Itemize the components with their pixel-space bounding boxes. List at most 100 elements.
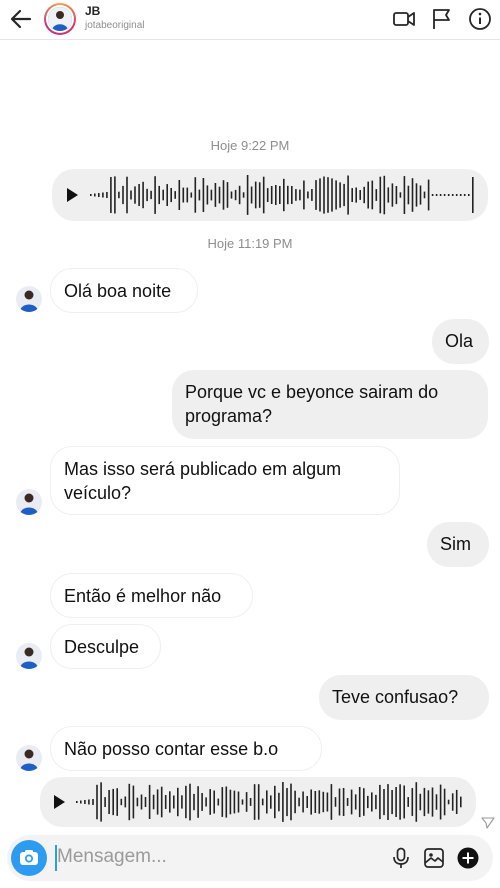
waveform-bar bbox=[104, 797, 106, 807]
waveform-bar bbox=[290, 783, 292, 821]
back-arrow-icon[interactable] bbox=[8, 6, 34, 32]
waveform-bar bbox=[399, 784, 401, 820]
chat-header: JB jotabeoriginal bbox=[0, 0, 500, 40]
waveform-bar bbox=[237, 791, 240, 813]
waveform-bar bbox=[221, 787, 224, 817]
waveform-bar bbox=[218, 186, 221, 204]
waveform-bar bbox=[455, 194, 458, 196]
waveform-bar bbox=[144, 797, 147, 807]
waveform-bar bbox=[106, 192, 108, 198]
waveform-bar bbox=[347, 175, 349, 215]
message-bubble-incoming[interactable]: Olá boa noite bbox=[50, 268, 198, 313]
waveform-bar bbox=[387, 187, 390, 203]
waveform-bar bbox=[367, 795, 369, 809]
waveform-bar bbox=[164, 795, 167, 809]
message-bubble-incoming[interactable]: Desculpe bbox=[50, 624, 161, 669]
waveform-bar bbox=[114, 176, 116, 214]
waveform-bar bbox=[178, 180, 181, 210]
waveform-bar bbox=[225, 786, 228, 818]
waveform-bar bbox=[76, 801, 78, 803]
waveform-bar bbox=[278, 792, 280, 812]
waveform-bar bbox=[363, 788, 365, 816]
sender-avatar[interactable] bbox=[16, 745, 42, 771]
waveform-bar bbox=[190, 192, 193, 198]
waveform-bar bbox=[173, 795, 175, 809]
flag-icon[interactable] bbox=[430, 7, 454, 31]
waveform-bar bbox=[217, 798, 220, 806]
waveform-bar bbox=[186, 187, 189, 203]
waveform-bar bbox=[234, 189, 237, 201]
waveform-bar bbox=[403, 176, 406, 214]
sender-avatar[interactable] bbox=[16, 643, 42, 669]
waveform-bar bbox=[451, 793, 454, 811]
waveform-bar bbox=[253, 784, 256, 820]
waveform-bar bbox=[162, 189, 164, 201]
info-icon[interactable] bbox=[468, 7, 492, 31]
waveform-bar bbox=[250, 186, 253, 204]
message-bubble-outgoing[interactable]: Porque vc e beyonce sairam do programa? bbox=[172, 370, 488, 439]
waveform-bar bbox=[346, 798, 349, 806]
waveform-bar bbox=[90, 194, 92, 196]
waveform-bar bbox=[209, 789, 211, 815]
waveform-bar bbox=[279, 186, 281, 204]
waveform-bar bbox=[415, 782, 418, 822]
plus-circle-icon[interactable] bbox=[456, 846, 480, 870]
voice-message[interactable] bbox=[52, 169, 488, 221]
microphone-icon[interactable] bbox=[389, 846, 413, 870]
voice-message[interactable] bbox=[40, 777, 476, 827]
sender-avatar[interactable] bbox=[16, 286, 42, 312]
waveform-bar bbox=[146, 188, 148, 202]
waveform-bar bbox=[315, 180, 317, 210]
waveform-bar bbox=[108, 790, 110, 814]
waveform-bar bbox=[331, 178, 333, 212]
play-icon[interactable] bbox=[67, 188, 78, 202]
waveform-bar bbox=[395, 787, 397, 817]
waveform-bar bbox=[431, 194, 434, 196]
contact-username[interactable]: jotabeoriginal bbox=[85, 20, 145, 31]
waveform-bar bbox=[98, 193, 100, 197]
waveform-graphic bbox=[76, 782, 462, 822]
waveform-bar bbox=[419, 185, 422, 205]
waveform-bar bbox=[322, 791, 325, 813]
contact-avatar[interactable] bbox=[44, 3, 76, 35]
waveform-bar bbox=[439, 784, 442, 820]
message-bubble-incoming[interactable]: Então é melhor não bbox=[50, 573, 253, 618]
waveform-bar bbox=[282, 782, 284, 822]
message-bubble-outgoing[interactable]: Sim bbox=[427, 522, 489, 567]
waveform-bar bbox=[343, 183, 345, 207]
waveform-bar bbox=[435, 794, 438, 810]
waveform-bar bbox=[303, 180, 305, 210]
contact-name[interactable]: JB bbox=[85, 4, 100, 18]
waveform-bar bbox=[246, 175, 249, 215]
waveform-bar bbox=[327, 177, 329, 213]
waveform-bar bbox=[266, 188, 269, 202]
waveform-bar bbox=[326, 792, 329, 812]
waveform-bar bbox=[198, 189, 201, 201]
waveform-bar bbox=[310, 789, 312, 815]
image-icon[interactable] bbox=[422, 846, 446, 870]
sender-avatar[interactable] bbox=[16, 489, 42, 515]
waveform-bar bbox=[295, 189, 297, 201]
waveform-bar bbox=[206, 185, 209, 205]
video-call-icon[interactable] bbox=[392, 7, 416, 31]
waveform-bar bbox=[335, 180, 337, 210]
message-bubble-incoming[interactable]: Não posso contar esse b.o bbox=[50, 726, 322, 771]
message-input[interactable]: Mensagem... bbox=[57, 846, 167, 868]
waveform-bar bbox=[459, 194, 462, 196]
message-bubble-outgoing[interactable]: Teve confusao? bbox=[319, 675, 489, 720]
waveform-bar bbox=[323, 176, 325, 214]
waveform-bar bbox=[443, 194, 446, 196]
waveform-bar bbox=[156, 789, 159, 815]
waveform-bar bbox=[463, 194, 466, 196]
waveform-bar bbox=[205, 797, 207, 807]
message-bubble-incoming[interactable]: Mas isso será publicado em algum veículo… bbox=[50, 446, 400, 515]
camera-button[interactable] bbox=[11, 840, 47, 876]
message-bubble-outgoing[interactable]: Ola bbox=[432, 319, 489, 364]
person-photo-icon bbox=[20, 749, 38, 771]
person-photo-icon bbox=[20, 290, 38, 312]
play-icon[interactable] bbox=[54, 795, 65, 809]
waveform-bar bbox=[110, 177, 112, 213]
waveform-bar bbox=[472, 177, 474, 213]
waveform-bar bbox=[210, 189, 213, 201]
waveform-bar bbox=[233, 790, 236, 814]
